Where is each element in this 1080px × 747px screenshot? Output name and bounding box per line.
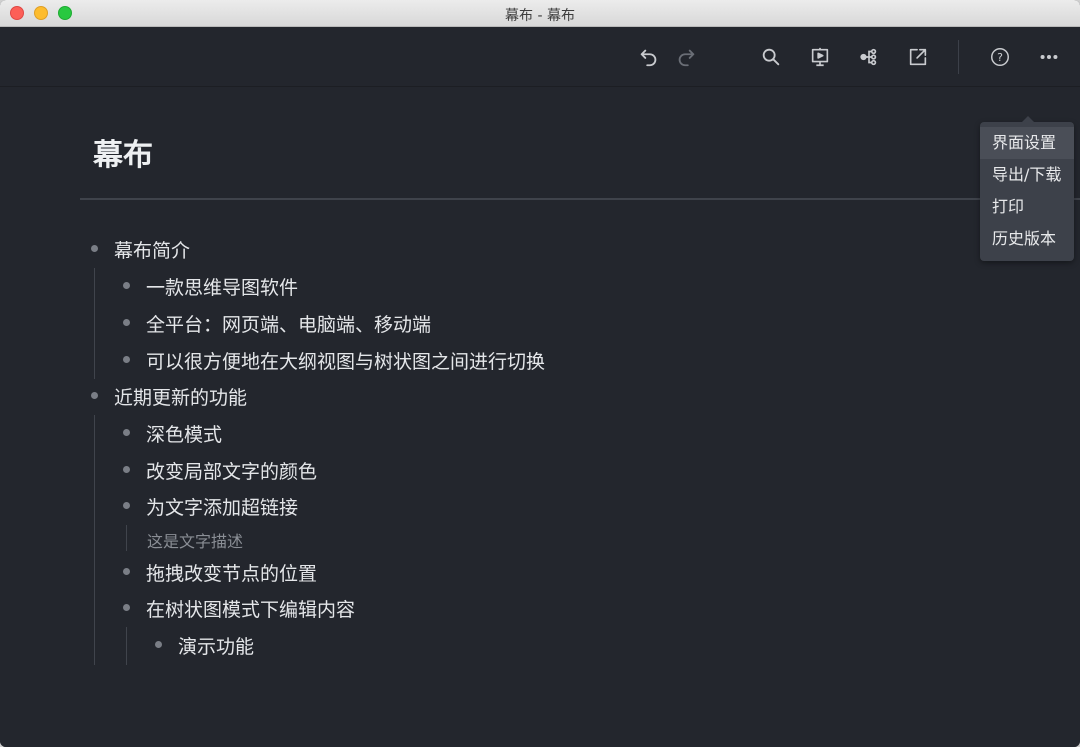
menu-item-history-versions[interactable]: 历史版本: [980, 223, 1074, 255]
window-title: 幕布 - 幕布: [505, 8, 575, 24]
node-bullet[interactable]: [123, 466, 130, 473]
outline-node[interactable]: 全平台：网页端、电脑端、移动端: [146, 310, 431, 337]
help-icon: ?: [991, 48, 1009, 66]
outline-node[interactable]: 深色模式: [146, 420, 222, 447]
outline-node[interactable]: 可以很方便地在大纲视图与树状图之间进行切换: [146, 347, 545, 374]
menu-item-print[interactable]: 打印: [980, 191, 1074, 223]
node-bullet[interactable]: [123, 604, 130, 611]
outline-node[interactable]: 在树状图模式下编辑内容: [146, 595, 355, 622]
outline-node[interactable]: 拖拽改变节点的位置: [146, 559, 317, 586]
undo-button[interactable]: [635, 43, 663, 71]
toolbar: ?: [0, 27, 1080, 87]
mindmap-button[interactable]: [855, 43, 883, 71]
node-bullet[interactable]: [123, 282, 130, 289]
outline-node[interactable]: 一款思维导图软件: [146, 273, 298, 300]
present-icon: [811, 47, 829, 67]
undo-icon: [640, 49, 657, 67]
outline-node[interactable]: 演示功能: [178, 632, 254, 659]
node-bullet[interactable]: [91, 392, 98, 399]
outline-guide-line: [126, 627, 127, 665]
title-divider: [80, 198, 1080, 200]
app-content: ? 幕布 幕布简介 一款思维导图软件 全平台：网页端、电脑端、移动端 可以很方便…: [0, 27, 1080, 747]
outline-guide-line: [94, 415, 95, 665]
app-window: 幕布 - 幕布 ? 幕布 幕布简介 一款思维导图软件 全平台：网页端、电脑端、移…: [0, 0, 1080, 747]
node-bullet[interactable]: [123, 502, 130, 509]
more-button[interactable]: [1035, 43, 1063, 71]
document-title[interactable]: 幕布: [93, 130, 153, 174]
outline-node[interactable]: 近期更新的功能: [114, 383, 247, 410]
help-button[interactable]: ?: [986, 43, 1014, 71]
toolbar-divider: [958, 40, 959, 74]
share-icon: [909, 48, 927, 66]
mindmap-icon: [860, 48, 877, 66]
search-button[interactable]: [757, 43, 785, 71]
search-icon: [762, 48, 780, 66]
outline-guide-line: [94, 268, 95, 379]
node-bullet[interactable]: [155, 641, 162, 648]
redo-icon: [678, 49, 695, 67]
note-guide-line: [126, 525, 127, 551]
more-icon: [1040, 54, 1058, 60]
node-bullet[interactable]: [91, 245, 98, 252]
node-bullet[interactable]: [123, 319, 130, 326]
present-button[interactable]: [806, 43, 834, 71]
title-bar: 幕布 - 幕布: [0, 0, 1080, 27]
share-button[interactable]: [904, 43, 932, 71]
svg-text:?: ?: [997, 51, 1003, 64]
node-bullet[interactable]: [123, 356, 130, 363]
outline-node[interactable]: 幕布简介: [114, 236, 190, 263]
node-bullet[interactable]: [123, 568, 130, 575]
outline-node[interactable]: 为文字添加超链接: [146, 493, 298, 520]
redo-button[interactable]: [672, 43, 700, 71]
menu-item-interface-settings[interactable]: 界面设置: [980, 127, 1074, 159]
outline-node[interactable]: 改变局部文字的颜色: [146, 457, 317, 484]
node-bullet[interactable]: [123, 429, 130, 436]
node-note[interactable]: 这是文字描述: [147, 528, 243, 552]
menu-item-export-download[interactable]: 导出/下载: [980, 159, 1074, 191]
more-menu: 界面设置 导出/下载 打印 历史版本: [980, 116, 1074, 261]
